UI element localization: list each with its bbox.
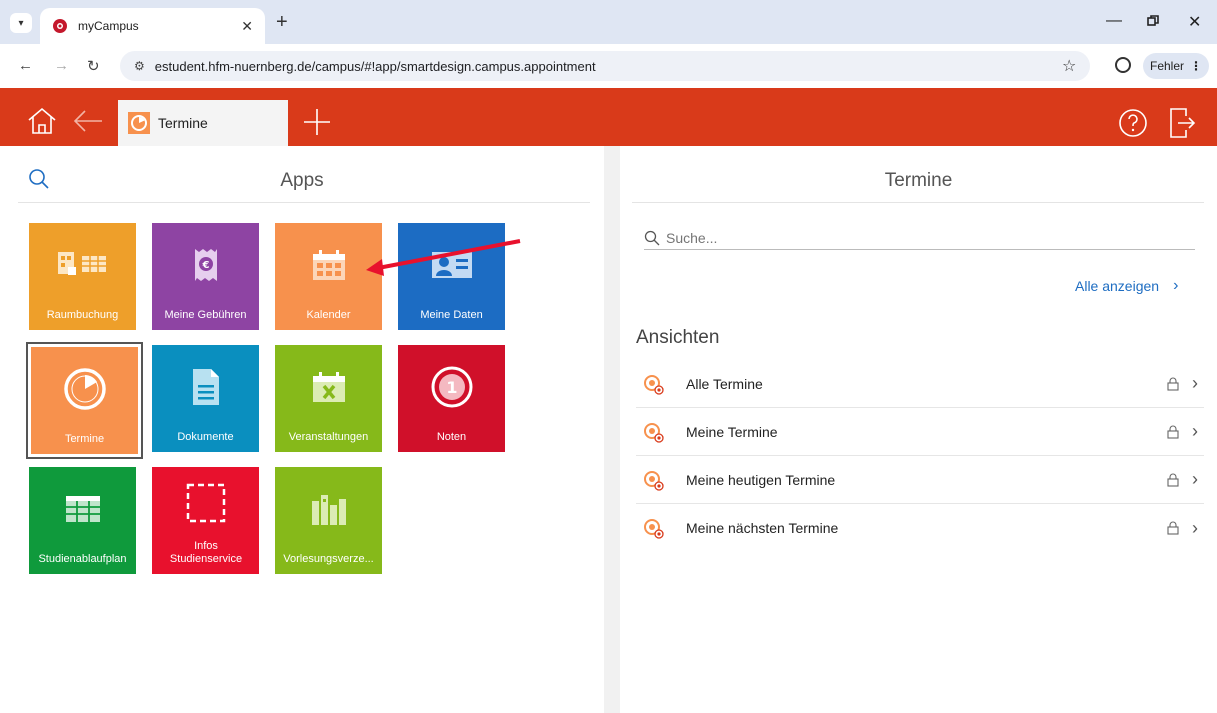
browser-tab-mycampus[interactable]: myCampus ✕ bbox=[40, 8, 265, 44]
tile-label: Meine Daten bbox=[420, 309, 483, 321]
books-icon bbox=[311, 495, 346, 525]
termine-panel-title: Termine bbox=[884, 170, 953, 191]
close-tab-icon[interactable]: ✕ bbox=[241, 18, 253, 35]
address-bar[interactable]: ⚙ estudent.hfm-nuernberg.de/campus/#!app… bbox=[120, 51, 1090, 81]
calendar-icon bbox=[312, 250, 345, 280]
address-url: estudent.hfm-nuernberg.de/campus/#!app/s… bbox=[154, 58, 596, 74]
svg-text:1: 1 bbox=[446, 378, 457, 397]
reload-icon[interactable]: ↻ bbox=[87, 57, 100, 75]
appointment-clock-icon bbox=[63, 368, 106, 410]
help-icon[interactable] bbox=[1118, 108, 1148, 138]
view-row-label: Meine Termine bbox=[686, 423, 778, 440]
info-frame-icon bbox=[186, 483, 225, 523]
termine-panel-divider bbox=[632, 202, 1204, 203]
site-settings-icon[interactable]: ⚙ bbox=[134, 59, 145, 73]
tile-label: Kalender bbox=[306, 309, 351, 321]
termine-search-input[interactable] bbox=[666, 229, 1166, 246]
tile-noten[interactable]: 1 Noten bbox=[398, 345, 505, 452]
view-row-meine-termine[interactable]: Meine Termine › bbox=[636, 408, 1204, 456]
tile-raumbuchung[interactable]: Raumbuchung bbox=[29, 223, 136, 330]
document-icon bbox=[192, 369, 219, 405]
tile-label: Vorlesungsverze... bbox=[283, 553, 374, 565]
minimize-window-icon[interactable]: — bbox=[1106, 12, 1122, 30]
browser-toolbar: ← → ↻ ⚙ estudent.hfm-nuernberg.de/campus… bbox=[0, 44, 1217, 88]
back-arrow-icon[interactable]: ← bbox=[18, 57, 33, 74]
fees-receipt-icon: € bbox=[194, 249, 217, 281]
tile-kalender[interactable]: Kalender bbox=[275, 223, 382, 330]
app-tab-label: Termine bbox=[158, 115, 208, 131]
id-card-icon bbox=[431, 252, 472, 278]
close-window-icon[interactable]: ✕ bbox=[1188, 12, 1201, 32]
appointment-view-icon bbox=[644, 374, 664, 395]
profile-icon[interactable] bbox=[1115, 57, 1131, 73]
tile-label: Veranstaltungen bbox=[288, 431, 369, 443]
chevron-right-icon: › bbox=[1192, 421, 1198, 441]
view-row-label: Alle Termine bbox=[686, 375, 763, 392]
show-all-label: Alle anzeigen bbox=[1075, 278, 1160, 294]
view-row-meine-heutigen-termine[interactable]: Meine heutigen Termine › bbox=[636, 456, 1204, 504]
view-row-label: Meine nächsten Termine bbox=[686, 520, 839, 536]
lock-icon bbox=[1167, 521, 1179, 535]
tile-termine[interactable]: Termine bbox=[26, 342, 143, 459]
view-row-alle-termine[interactable]: Alle Termine › bbox=[636, 360, 1204, 408]
grades-badge-icon: 1 bbox=[431, 366, 472, 408]
chevron-right-icon: › bbox=[1192, 469, 1198, 489]
panel-divider[interactable] bbox=[604, 146, 620, 713]
chevron-down-icon: ▾ bbox=[18, 17, 24, 29]
tile-veranstaltungen[interactable]: Veranstaltungen bbox=[275, 345, 382, 452]
termine-search-box[interactable] bbox=[644, 226, 1195, 250]
views-heading: Ansichten bbox=[636, 327, 720, 348]
logout-icon[interactable] bbox=[1168, 107, 1196, 139]
tile-meine-daten[interactable]: Meine Daten bbox=[398, 223, 505, 330]
browser-tab-title: myCampus bbox=[78, 19, 139, 33]
view-row-meine-naechsten-termine[interactable]: Meine nächsten Termine › bbox=[636, 504, 1204, 552]
add-tab-icon[interactable] bbox=[302, 107, 332, 137]
tile-label: Studienablaufplan bbox=[38, 553, 127, 565]
chevron-right-icon: › bbox=[1192, 373, 1198, 393]
lock-icon bbox=[1167, 377, 1179, 391]
tile-studienablaufplan[interactable]: Studienablaufplan bbox=[29, 467, 136, 574]
study-plan-icon bbox=[65, 496, 100, 522]
browser-menu-icon: ⋮ bbox=[1190, 59, 1202, 73]
appointment-tab-icon bbox=[128, 112, 150, 134]
tile-label: Termine bbox=[64, 433, 105, 445]
browser-tabstrip: ▾ myCampus ✕ + — ✕ bbox=[0, 0, 1217, 44]
profile-error-button[interactable]: Fehler ⋮ bbox=[1143, 53, 1209, 79]
app-tab-termine[interactable]: Termine bbox=[118, 100, 288, 146]
svg-text:€: € bbox=[201, 260, 209, 271]
forward-arrow-icon[interactable]: → bbox=[54, 57, 69, 74]
tile-label: Meine Gebühren bbox=[164, 309, 247, 321]
lock-icon bbox=[1167, 425, 1179, 439]
tile-infos-studienservice[interactable]: Infos Studienservice bbox=[152, 467, 259, 574]
appointment-view-icon bbox=[644, 470, 664, 491]
tile-label: Noten bbox=[436, 431, 467, 443]
home-icon[interactable] bbox=[26, 106, 58, 136]
room-booking-icon bbox=[57, 252, 106, 275]
chevron-right-icon: › bbox=[1173, 277, 1179, 294]
bookmark-star-icon[interactable]: ☆ bbox=[1062, 56, 1076, 76]
new-tab-button[interactable]: + bbox=[276, 12, 288, 32]
search-icon bbox=[644, 230, 660, 245]
tile-label: Raumbuchung bbox=[46, 309, 119, 321]
apps-divider bbox=[18, 202, 590, 203]
mycampus-favicon-icon bbox=[53, 19, 67, 33]
restore-window-icon[interactable] bbox=[1147, 15, 1159, 27]
chevron-right-icon: › bbox=[1192, 517, 1198, 538]
tile-dokumente[interactable]: Dokumente bbox=[152, 345, 259, 452]
show-all-link[interactable]: Alle anzeigen › bbox=[1075, 277, 1178, 295]
tab-search-button[interactable]: ▾ bbox=[10, 13, 32, 33]
back-navigation-icon[interactable] bbox=[72, 108, 104, 134]
event-calendar-icon bbox=[312, 372, 345, 402]
tile-label: Dokumente bbox=[177, 431, 234, 443]
profile-error-label: Fehler bbox=[1149, 59, 1184, 73]
view-row-label: Meine heutigen Termine bbox=[686, 471, 836, 488]
lock-icon bbox=[1167, 473, 1179, 487]
tile-vorlesungsverzeichnis[interactable]: Vorlesungsverze... bbox=[275, 467, 382, 574]
appointment-view-icon bbox=[644, 519, 664, 539]
apps-title: Apps bbox=[280, 170, 324, 191]
appointment-view-icon bbox=[644, 422, 664, 443]
tile-meine-gebuehren[interactable]: € Meine Gebühren bbox=[152, 223, 259, 330]
tile-label: Infos Studienservice bbox=[169, 540, 243, 565]
